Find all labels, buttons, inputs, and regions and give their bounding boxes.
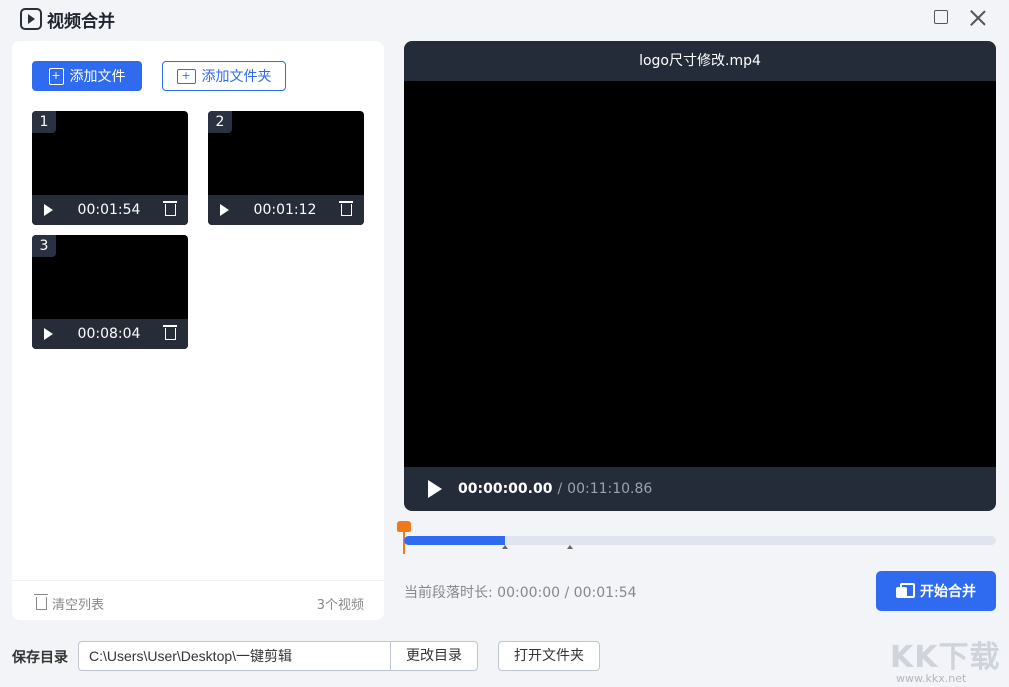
delete-icon[interactable] (338, 201, 353, 216)
maximize-icon[interactable] (934, 10, 948, 24)
player-filename: logo尺寸修改.mp4 (639, 53, 761, 69)
segment-duration: 当前段落时长: 00:00:00 / 00:01:54 (404, 585, 637, 601)
play-icon (20, 8, 42, 30)
close-icon[interactable] (968, 8, 988, 28)
save-path-field[interactable]: C:\Users\User\Desktop\一键剪辑 (78, 641, 391, 671)
timeline-track[interactable] (404, 536, 996, 549)
play-icon[interactable] (44, 328, 53, 340)
play-icon[interactable] (220, 204, 229, 216)
clear-list-button[interactable]: 清空列表 (34, 594, 105, 613)
video-duration: 00:01:54 (77, 202, 141, 218)
delete-icon[interactable] (162, 325, 177, 340)
total-time: 00:11:10.86 (567, 481, 653, 497)
add-file-icon: + (48, 67, 64, 85)
segment-marker (567, 545, 573, 549)
video-thumbnail[interactable]: 1 00:01:54 (32, 111, 188, 225)
video-count: 3个视频 (316, 598, 364, 613)
trash-icon (34, 594, 48, 610)
player-controls: 00:00:00.00 / 00:11:10.86 (404, 467, 996, 511)
video-index: 3 (32, 235, 56, 257)
segment-marker (502, 545, 508, 549)
add-folder-label: 添加文件夹 (201, 69, 272, 85)
app-title: 视频合并 (47, 12, 115, 32)
add-folder-button[interactable]: + 添加文件夹 (162, 61, 286, 91)
video-index: 2 (208, 111, 232, 133)
play-icon[interactable] (428, 480, 442, 498)
watermark-text: KK下载 (890, 640, 1001, 675)
start-merge-button[interactable]: 开始合并 (876, 571, 996, 611)
delete-icon[interactable] (162, 201, 177, 216)
save-directory-label: 保存目录 (12, 650, 68, 666)
video-index: 1 (32, 111, 56, 133)
merge-icon (896, 583, 915, 599)
file-list-panel: + 添加文件 + 添加文件夹 1 00:01:54 2 00:01:12 3 0… (12, 41, 384, 620)
add-folder-icon: + (176, 68, 196, 84)
timeline-progress (404, 536, 505, 545)
time-separator: / (557, 481, 563, 497)
video-duration: 00:08:04 (77, 326, 141, 342)
watermark-logo: KK下载 www.kkx.net (890, 632, 1005, 685)
change-directory-button[interactable]: 更改目录 (390, 641, 478, 671)
video-thumbnail[interactable]: 3 00:08:04 (32, 235, 188, 349)
add-file-button[interactable]: + 添加文件 (32, 61, 142, 91)
current-time: 00:00:00.00 (458, 481, 553, 497)
thumbnail-controls: 00:01:54 (32, 195, 188, 225)
open-folder-button[interactable]: 打开文件夹 (498, 641, 600, 671)
clear-list-label: 清空列表 (52, 598, 105, 613)
start-merge-label: 开始合并 (920, 584, 976, 600)
thumbnail-controls: 00:08:04 (32, 319, 188, 349)
video-screen[interactable] (404, 81, 996, 467)
file-list-footer: 清空列表 3个视频 (12, 580, 384, 620)
video-player: logo尺寸修改.mp4 00:00:00.00 / 00:11:10.86 (404, 41, 996, 511)
thumbnail-controls: 00:01:12 (208, 195, 364, 225)
title-bar: 视频合并 (0, 0, 1009, 36)
add-file-label: 添加文件 (69, 69, 126, 85)
play-icon[interactable] (44, 204, 53, 216)
video-thumbnail[interactable]: 2 00:01:12 (208, 111, 364, 225)
video-duration: 00:01:12 (253, 202, 317, 218)
